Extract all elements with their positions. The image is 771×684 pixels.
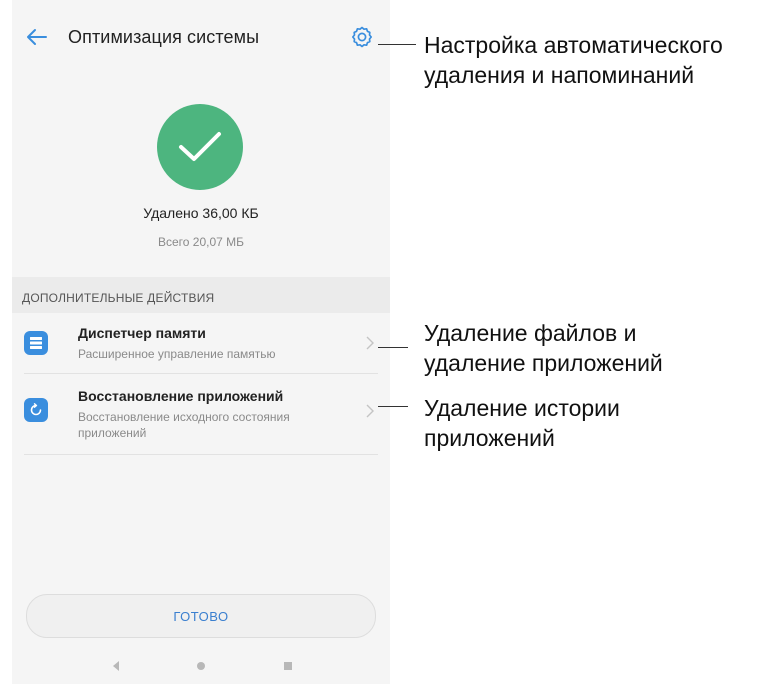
section-header: ДОПОЛНИТЕЛЬНЫЕ ДЕЙСТВИЯ xyxy=(12,277,390,313)
settings-button[interactable] xyxy=(348,23,376,51)
list-item-memory-manager[interactable]: Диспетчер памяти Расширенное управление … xyxy=(12,314,390,372)
section-header-label: ДОПОЛНИТЕЛЬНЫЕ ДЕЙСТВИЯ xyxy=(22,291,215,305)
square-recents-icon xyxy=(284,662,292,670)
callout-memory-manager: Удаление файлов и удаление приложений xyxy=(424,320,663,376)
checkmark-icon xyxy=(179,132,221,161)
item-title: Диспетчер памяти xyxy=(78,325,206,341)
item-title: Восстановление приложений xyxy=(78,388,284,404)
deleted-amount: Удалено 36,00 КБ xyxy=(143,205,259,221)
callout-settings: Настройка автоматического удаления и нап… xyxy=(424,32,723,88)
back-arrow-icon xyxy=(27,29,47,45)
success-check-badge xyxy=(157,104,243,190)
storage-list-icon xyxy=(24,331,48,355)
triangle-back-icon xyxy=(113,661,119,671)
app-restore-icon xyxy=(24,398,48,422)
phone-screen: Оптимизация системы Удалено 36,00 КБ Все… xyxy=(12,0,390,684)
circle-home-icon xyxy=(197,662,205,670)
item-subtitle: Восстановление исходного состояния прило… xyxy=(78,410,290,440)
chevron-right-icon xyxy=(364,336,376,350)
nav-back-button[interactable] xyxy=(108,658,124,674)
callout-app-restore: Удаление истории приложений xyxy=(424,395,620,451)
nav-recents-button[interactable] xyxy=(280,658,296,674)
back-button[interactable] xyxy=(22,22,52,52)
callout-line xyxy=(378,406,408,407)
chevron-right-icon xyxy=(364,404,376,418)
gear-icon xyxy=(351,26,373,48)
done-button[interactable]: ГОТОВО xyxy=(26,594,376,638)
callout-line xyxy=(378,44,416,45)
list-item-app-restore[interactable]: Восстановление приложений Восстановление… xyxy=(12,374,390,454)
callout-line xyxy=(378,347,408,348)
list-divider xyxy=(24,454,378,455)
page-title: Оптимизация системы xyxy=(68,27,260,47)
total-amount: Всего 20,07 МБ xyxy=(157,235,245,249)
nav-home-button[interactable] xyxy=(193,658,209,674)
item-subtitle: Расширенное управление памятью xyxy=(78,347,276,361)
top-bar: Оптимизация системы xyxy=(12,0,390,72)
navigation-bar xyxy=(12,646,390,684)
